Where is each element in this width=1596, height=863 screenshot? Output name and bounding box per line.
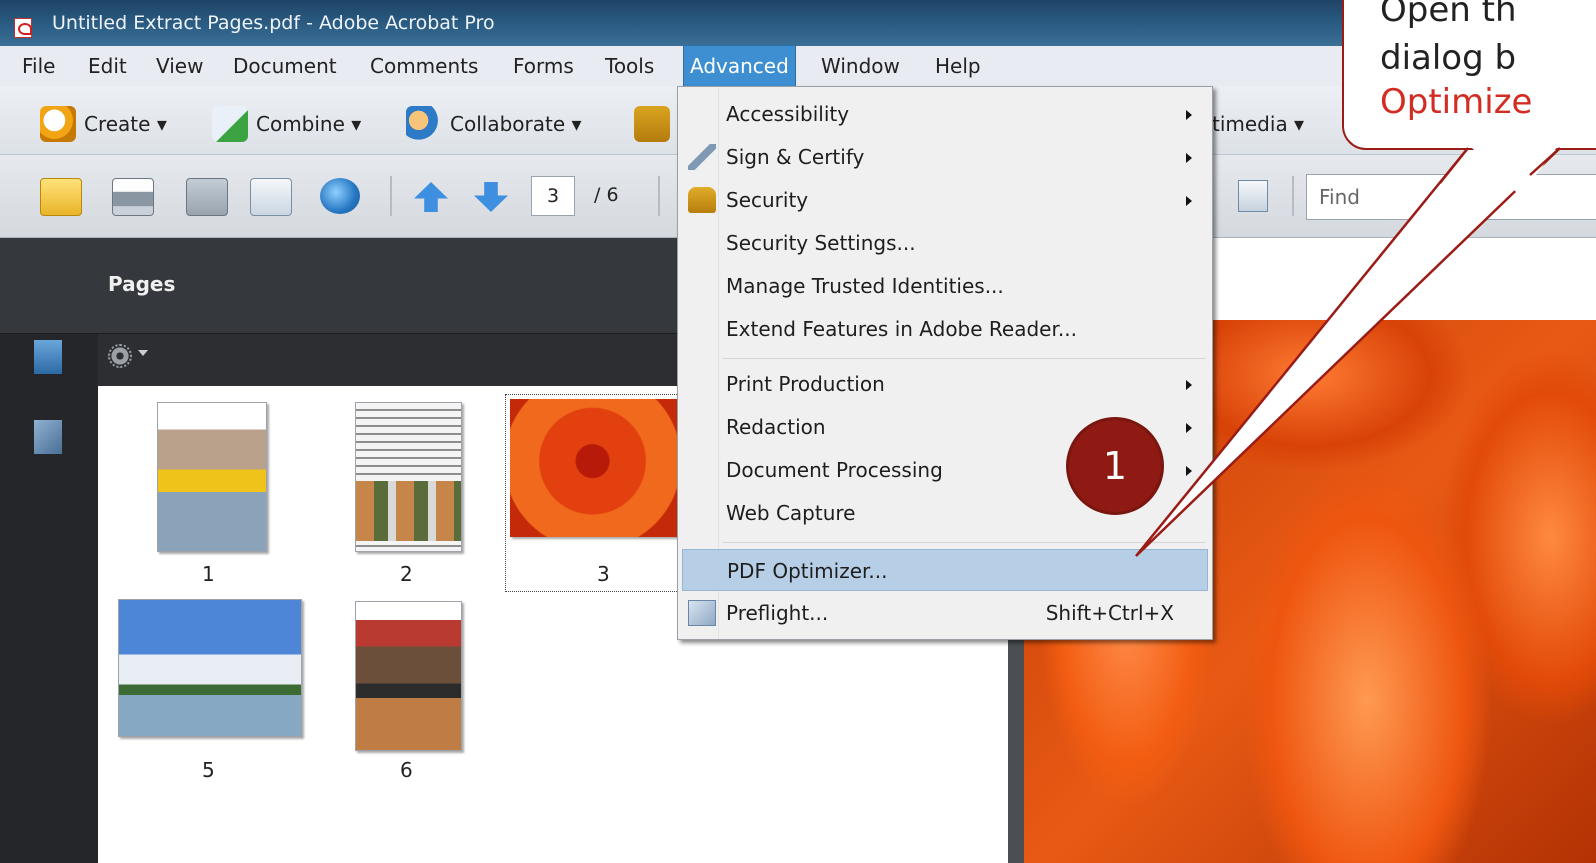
menu-file[interactable]: File: [16, 46, 61, 86]
combine-button[interactable]: Combine ▾: [212, 106, 361, 142]
menu-help[interactable]: Help: [929, 46, 987, 86]
acrobat-app-icon: [14, 18, 32, 38]
menu-document[interactable]: Document: [227, 46, 343, 86]
combine-label: Combine ▾: [256, 112, 362, 136]
menu-item-label: Security Settings...: [726, 231, 916, 255]
step-number-badge: 1: [1066, 417, 1164, 515]
menu-item-security-settings[interactable]: Security Settings...: [682, 222, 1208, 264]
toolbar-separator: [658, 176, 660, 216]
menu-item-label: Accessibility: [726, 102, 850, 126]
thumbnail-label: 5: [202, 758, 215, 782]
menu-item-label: Extend Features in Adobe Reader...: [726, 317, 1077, 341]
open-folder-icon[interactable]: [40, 178, 82, 216]
secure-button[interactable]: [634, 106, 678, 142]
thumbnail-label: 3: [597, 562, 610, 586]
submenu-arrow-icon: [1186, 110, 1192, 120]
menu-item-pdf-optimizer[interactable]: PDF Optimizer...: [682, 549, 1208, 591]
menu-item-label: Web Capture: [726, 501, 856, 525]
submenu-arrow-icon: [1186, 466, 1192, 476]
bookmarks-icon[interactable]: [34, 340, 62, 374]
multimedia-label: timedia ▾: [1212, 112, 1305, 136]
page-thumbnail-2[interactable]: [355, 402, 462, 552]
submenu-arrow-icon: [1186, 196, 1192, 206]
menu-item-accessibility[interactable]: Accessibility: [682, 93, 1208, 135]
submenu-arrow-icon: [1186, 380, 1192, 390]
menu-item-sign-certify[interactable]: Sign & Certify: [682, 136, 1208, 178]
menu-item-label: Preflight...: [726, 601, 829, 625]
menu-item-label: PDF Optimizer...: [727, 559, 888, 583]
page-thumbnail-6[interactable]: [355, 601, 462, 751]
advanced-menu-dropdown: Accessibility Sign & Certify Security Se…: [677, 86, 1213, 640]
menu-view[interactable]: View: [150, 46, 209, 86]
page-total: / 6: [594, 184, 619, 206]
pages-panel-title: Pages: [108, 272, 176, 296]
submenu-arrow-icon: [1186, 423, 1192, 433]
signatures-icon[interactable]: [34, 420, 62, 454]
menu-item-label: Redaction: [726, 415, 826, 439]
combine-icon: [212, 106, 248, 142]
menu-forms[interactable]: Forms: [507, 46, 580, 86]
menu-item-label: Document Processing: [726, 458, 943, 482]
thumbnail-label: 2: [400, 562, 413, 586]
menu-advanced[interactable]: Advanced: [683, 45, 796, 87]
menu-item-preflight[interactable]: Preflight... Shift+Ctrl+X: [682, 592, 1208, 634]
collaborate-label: Collaborate ▾: [450, 112, 582, 136]
email-icon[interactable]: [250, 178, 292, 216]
multimedia-button[interactable]: timedia ▾: [1212, 106, 1304, 142]
collaborate-button[interactable]: Collaborate ▾: [406, 106, 582, 142]
menu-item-print-production[interactable]: Print Production: [682, 363, 1208, 405]
create-label: Create ▾: [84, 112, 167, 136]
menu-comments[interactable]: Comments: [364, 46, 484, 86]
menu-item-label: Print Production: [726, 372, 885, 396]
page-thumbnail-1[interactable]: [157, 402, 267, 552]
options-gear-icon[interactable]: [108, 344, 132, 368]
menu-item-shortcut: Shift+Ctrl+X: [1045, 601, 1174, 625]
toolbar-separator: [390, 176, 392, 216]
lock-icon: [634, 106, 670, 142]
page-thumbnail-5[interactable]: [118, 599, 302, 737]
save-icon[interactable]: [186, 178, 228, 216]
menu-item-security[interactable]: Security: [682, 179, 1208, 221]
menu-separator: [722, 542, 1206, 543]
callout-line-2: dialog b: [1380, 38, 1517, 78]
menu-item-manage-trusted-identities[interactable]: Manage Trusted Identities...: [682, 265, 1208, 307]
menu-item-label: Manage Trusted Identities...: [726, 274, 1004, 298]
create-button[interactable]: Create ▾: [40, 106, 167, 142]
instruction-callout: Open th dialog b Optimize: [1342, 0, 1596, 150]
callout-line-3: Optimize: [1380, 82, 1533, 122]
fit-page-icon[interactable]: [1238, 180, 1268, 212]
chevron-down-icon[interactable]: [138, 350, 148, 356]
menu-item-label: Sign & Certify: [726, 145, 865, 169]
menu-item-label: Security: [726, 188, 809, 212]
window-title: Untitled Extract Pages.pdf - Adobe Acrob…: [52, 12, 495, 34]
preflight-icon: [688, 600, 716, 626]
pen-icon: [688, 144, 716, 170]
print-icon[interactable]: [112, 178, 154, 216]
submenu-arrow-icon: [1186, 153, 1192, 163]
lock-icon: [688, 187, 716, 213]
menu-edit[interactable]: Edit: [82, 46, 133, 86]
menu-item-extend-features[interactable]: Extend Features in Adobe Reader...: [682, 308, 1208, 350]
page-thumbnail-3[interactable]: [510, 399, 682, 537]
web-upload-icon[interactable]: [320, 178, 360, 214]
collaborate-icon: [406, 106, 442, 142]
create-icon: [40, 106, 76, 142]
thumbnail-label: 6: [400, 758, 413, 782]
menu-tools[interactable]: Tools: [599, 46, 660, 86]
acrobat-window: Untitled Extract Pages.pdf - Adobe Acrob…: [0, 0, 1596, 863]
page-number-input[interactable]: 3: [531, 176, 575, 216]
find-input[interactable]: Find: [1306, 174, 1596, 220]
thumbnail-label: 1: [202, 562, 215, 586]
callout-line-1: Open th: [1380, 0, 1517, 30]
menu-window[interactable]: Window: [815, 46, 906, 86]
menu-separator: [722, 358, 1206, 359]
toolbar-separator: [1292, 176, 1294, 216]
